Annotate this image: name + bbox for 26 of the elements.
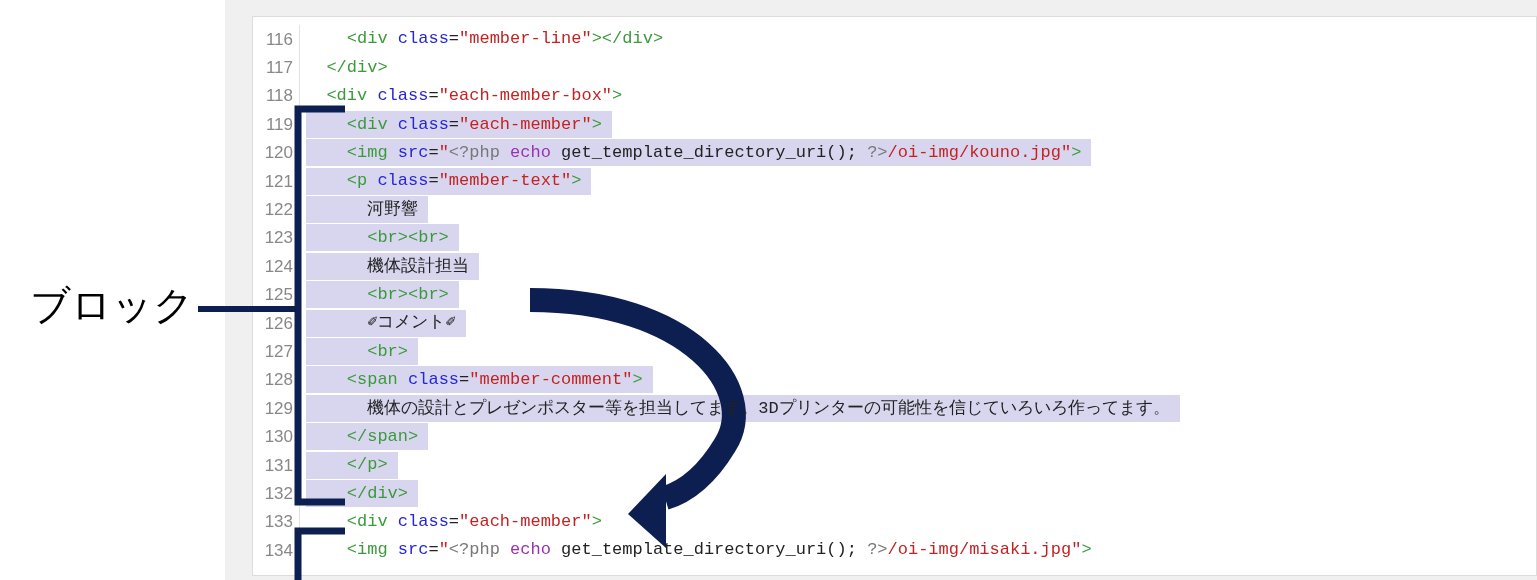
line-number: 125 — [263, 286, 293, 304]
line-number: 122 — [263, 201, 293, 219]
line-number: 116 — [264, 30, 293, 48]
line-number: 133 — [263, 513, 293, 531]
line-number: 131 — [263, 456, 293, 474]
line-number: 121 — [263, 172, 293, 190]
line-number: 119 — [264, 115, 293, 133]
annotation-label: ブロック — [30, 283, 194, 327]
code-line: </div> — [325, 56, 389, 79]
line-number: 130 — [263, 428, 293, 446]
line-number: 118 — [264, 87, 293, 105]
line-number: 120 — [263, 144, 293, 162]
line-number: 129 — [263, 399, 293, 417]
code-line: <img src="<?php echo get_template_directory_uri(); ?>/oi-img/misaki.jpg"> — [345, 539, 1093, 562]
line-number: 127 — [263, 343, 293, 360]
line-number: 126 — [263, 314, 293, 332]
line-number: 123 — [263, 229, 293, 247]
line-number: 128 — [263, 371, 293, 389]
line-number: 117 — [264, 59, 293, 77]
line-number: 132 — [263, 484, 293, 502]
code-line: <div class="member-line"></div> — [345, 28, 665, 51]
line-number: 124 — [263, 257, 293, 275]
bracket-drawing — [294, 527, 345, 580]
code-line: <div class="each-member"> — [345, 511, 603, 534]
code-line: <div class="each-member-box"> — [325, 85, 624, 108]
line-number: 134 — [263, 541, 293, 559]
